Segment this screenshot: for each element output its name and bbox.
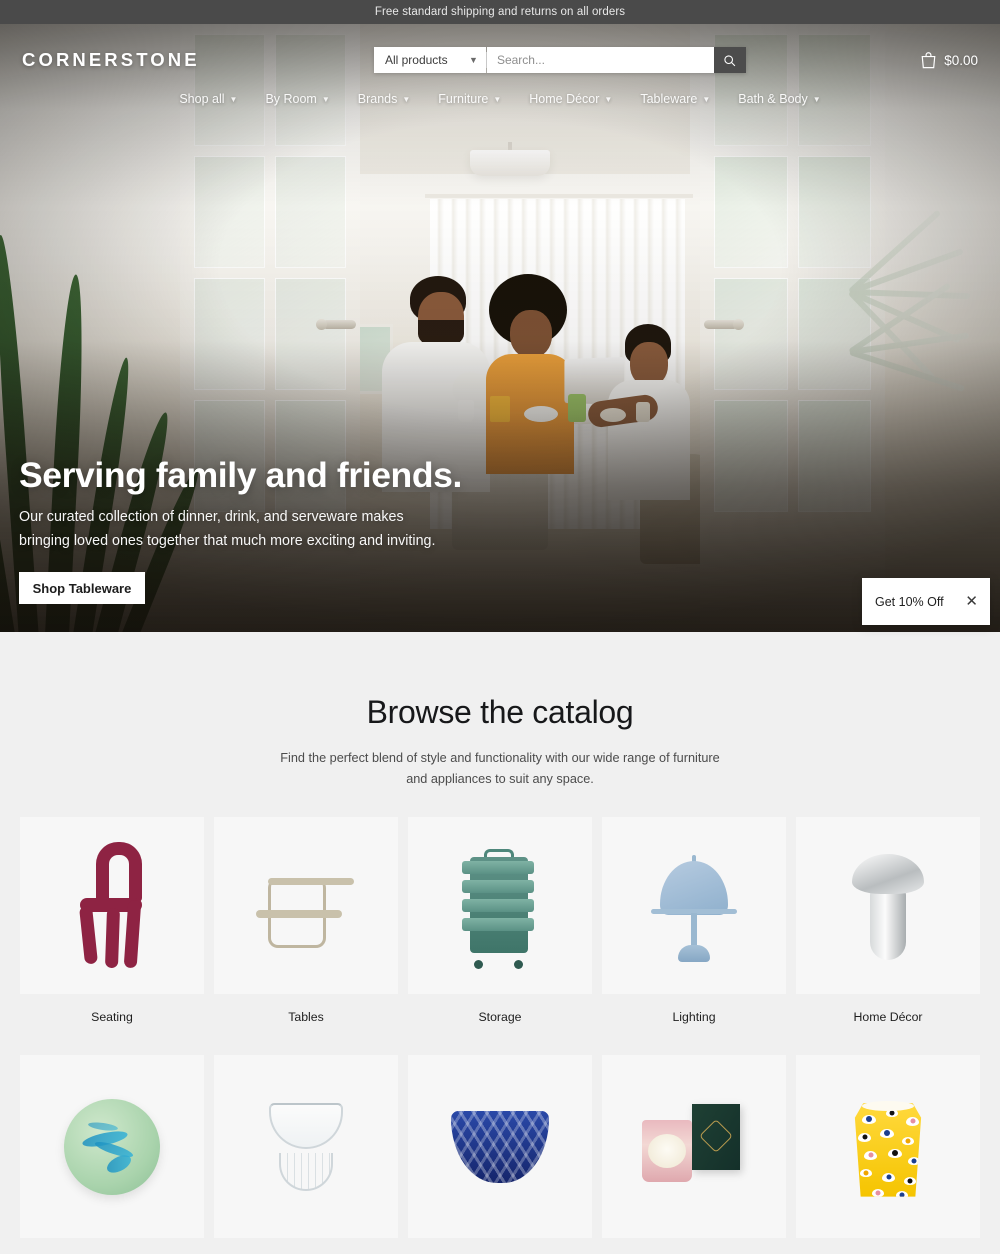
chevron-down-icon: ▼ bbox=[469, 55, 478, 65]
eye-motif bbox=[882, 1172, 895, 1182]
eye-motif bbox=[908, 1156, 920, 1165]
eye-motif bbox=[896, 1190, 908, 1197]
catalog-section: Browse the catalog Find the perfect blen… bbox=[0, 632, 1000, 1254]
blue-bell-table-lamp-icon bbox=[646, 847, 742, 965]
hero-subtitle: Our curated collection of dinner, drink,… bbox=[19, 509, 436, 549]
catalog-grid-row-1: Seating Tables Storage Lighting Home Déc… bbox=[0, 817, 1000, 1024]
category-card-tables[interactable]: Tables bbox=[214, 817, 398, 1024]
shopping-bag-icon bbox=[921, 52, 936, 69]
category-image-glass-bowl bbox=[214, 1055, 398, 1239]
cart-button[interactable]: $0.00 bbox=[920, 51, 978, 69]
nav-label: By Room bbox=[265, 92, 317, 106]
promo-label[interactable]: Get 10% Off bbox=[875, 595, 944, 609]
eye-motif bbox=[906, 1116, 919, 1126]
blue-woven-basket-icon bbox=[451, 1110, 549, 1183]
announcement-text: Free standard shipping and returns on al… bbox=[374, 6, 626, 18]
search-submit-button[interactable] bbox=[713, 47, 746, 73]
nav-label: Tableware bbox=[640, 92, 698, 106]
hero-content: Serving family and friends. Our curated … bbox=[19, 455, 639, 605]
category-image-yellow-vase bbox=[796, 1055, 980, 1239]
nav-item-brands[interactable]: Brands ▼ bbox=[358, 92, 411, 106]
hero-cta-button[interactable]: Shop Tableware bbox=[19, 572, 145, 605]
category-card-storage[interactable]: Storage bbox=[408, 817, 592, 1024]
nav-label: Shop all bbox=[179, 92, 225, 106]
site-logo[interactable]: CORNERSTONE bbox=[22, 49, 200, 71]
clear-glass-footed-bowl-icon bbox=[265, 1097, 347, 1197]
hero-title: Serving family and friends. bbox=[19, 455, 462, 495]
chevron-down-icon: ▼ bbox=[493, 94, 502, 104]
chevron-down-icon: ▼ bbox=[702, 94, 711, 104]
category-label: Tables bbox=[288, 1010, 324, 1025]
category-image-tables bbox=[214, 817, 398, 995]
nav-item-by-room[interactable]: By Room ▼ bbox=[265, 92, 329, 106]
announcement-bar: Free standard shipping and returns on al… bbox=[0, 0, 1000, 24]
chevron-down-icon: ▼ bbox=[402, 94, 411, 104]
nav-item-shop-all[interactable]: Shop all ▼ bbox=[179, 92, 237, 106]
category-image-home-decor bbox=[796, 817, 980, 995]
nav-item-tableware[interactable]: Tableware ▼ bbox=[640, 92, 710, 106]
category-label: Seating bbox=[91, 1010, 133, 1025]
nav-label: Brands bbox=[357, 92, 398, 106]
category-card-home-decor[interactable]: Home Décor bbox=[796, 817, 980, 1024]
site-header: CORNERSTONE All products ▼ Search... $0.… bbox=[0, 24, 1000, 114]
search-category-label: All products bbox=[384, 53, 448, 67]
main-navigation: Shop all ▼ By Room ▼ Brands ▼ Furniture … bbox=[0, 88, 1000, 114]
category-card-seating[interactable]: Seating bbox=[20, 817, 204, 1024]
chevron-down-icon: ▼ bbox=[812, 94, 821, 104]
silver-mushroom-vase-icon bbox=[846, 848, 930, 964]
search-input[interactable] bbox=[486, 47, 714, 73]
hero-carousel: CORNERSTONE All products ▼ Search... $0.… bbox=[0, 24, 1000, 632]
category-card-candle[interactable] bbox=[602, 1055, 786, 1254]
category-image-storage bbox=[408, 817, 592, 995]
catalog-grid-row-2 bbox=[0, 1055, 1000, 1254]
search-bar: All products ▼ bbox=[373, 47, 746, 73]
cart-total: $0.00 bbox=[944, 52, 978, 68]
search-category-select[interactable]: All products ▼ bbox=[373, 47, 486, 73]
category-image-plate bbox=[20, 1055, 204, 1239]
nav-label: Bath & Body bbox=[738, 92, 808, 106]
category-card-plate[interactable] bbox=[20, 1055, 204, 1254]
category-card-basket[interactable] bbox=[408, 1055, 592, 1254]
category-image-seating bbox=[20, 817, 204, 995]
eye-motif bbox=[860, 1168, 872, 1177]
category-label: Home Décor bbox=[853, 1010, 923, 1025]
category-card-glass-bowl[interactable] bbox=[214, 1055, 398, 1254]
green-marbled-plate-icon bbox=[64, 1098, 160, 1195]
chevron-down-icon: ▼ bbox=[229, 94, 238, 104]
nav-item-bath-body[interactable]: Bath & Body ▼ bbox=[738, 92, 820, 106]
nav-label: Furniture bbox=[438, 92, 489, 106]
eye-motif bbox=[858, 1132, 871, 1142]
promo-popup: Get 10% Off ✕ bbox=[862, 578, 990, 625]
yellow-eye-pattern-vase-icon bbox=[848, 1095, 928, 1199]
eye-motif bbox=[862, 1114, 876, 1124]
catalog-title: Browse the catalog bbox=[366, 694, 634, 730]
chevron-down-icon: ▼ bbox=[321, 94, 330, 104]
category-card-lighting[interactable]: Lighting bbox=[602, 817, 786, 1024]
eye-motif bbox=[872, 1188, 884, 1197]
category-image-candle bbox=[602, 1055, 786, 1239]
candle-with-green-box-icon bbox=[638, 1103, 750, 1190]
teal-drawer-trolley-icon bbox=[462, 847, 538, 969]
eye-motif bbox=[902, 1136, 914, 1145]
nav-label: Home Décor bbox=[529, 92, 600, 106]
eye-motif bbox=[904, 1176, 916, 1185]
nav-item-home-decor[interactable]: Home Décor ▼ bbox=[529, 92, 612, 106]
category-label: Storage bbox=[478, 1010, 522, 1025]
eye-motif bbox=[864, 1150, 877, 1160]
category-card-yellow-vase[interactable] bbox=[796, 1055, 980, 1254]
eye-motif bbox=[888, 1148, 902, 1158]
search-icon bbox=[724, 54, 736, 66]
category-image-basket bbox=[408, 1055, 592, 1239]
nav-item-furniture[interactable]: Furniture ▼ bbox=[438, 92, 501, 106]
category-image-lighting bbox=[602, 817, 786, 995]
chevron-down-icon: ▼ bbox=[604, 94, 613, 104]
red-tubular-chair-icon bbox=[62, 841, 162, 970]
eye-motif bbox=[880, 1128, 894, 1138]
catalog-subtitle: Find the perfect blend of style and func… bbox=[280, 751, 720, 786]
category-label: Lighting bbox=[672, 1010, 716, 1025]
promo-close-button[interactable]: ✕ bbox=[965, 594, 978, 609]
beige-side-table-icon bbox=[254, 862, 358, 950]
